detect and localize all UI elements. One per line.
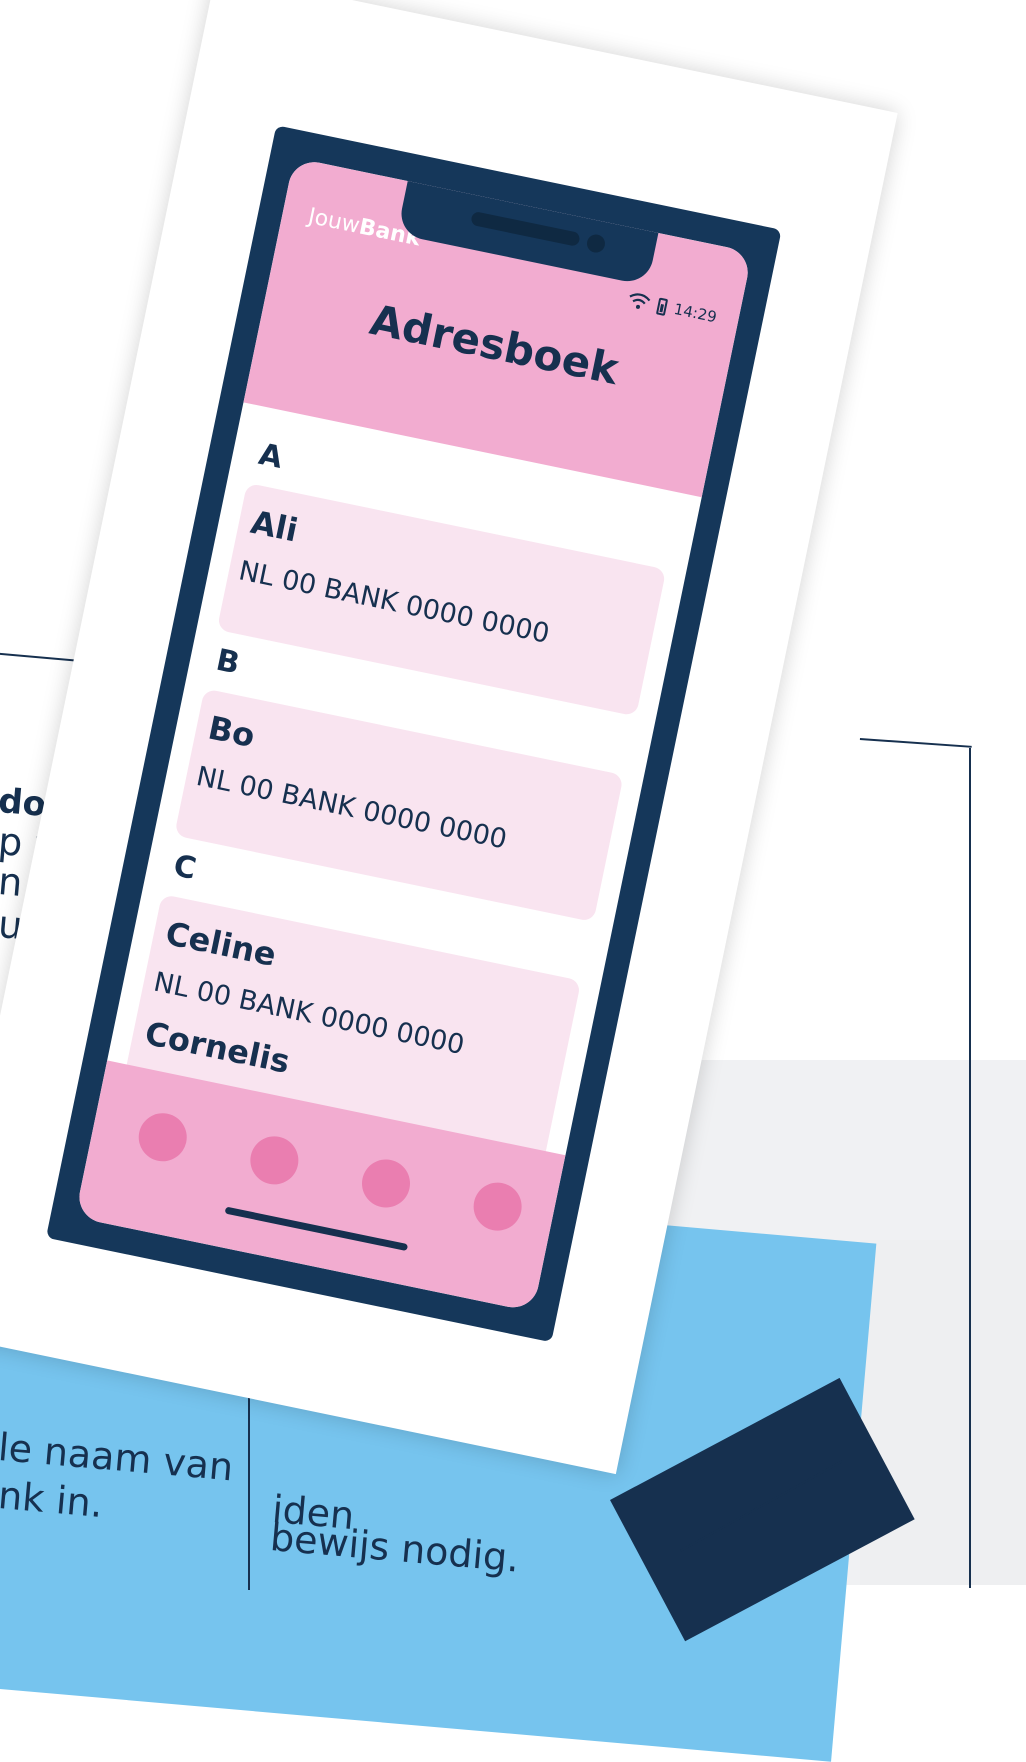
paper-edge-line-right-top — [859, 738, 972, 748]
home-indicator[interactable] — [224, 1206, 409, 1252]
nav-dot-1[interactable] — [134, 1108, 192, 1166]
contact-name[interactable]: Bo — [205, 708, 258, 755]
nav-dot-2[interactable] — [245, 1131, 303, 1189]
camera-icon — [585, 232, 607, 255]
page-title: Adresboek — [365, 294, 623, 395]
contact-name[interactable]: Cornelis — [142, 1014, 293, 1081]
contact-name[interactable]: Celine — [162, 914, 279, 974]
background-text-line: nk in. — [0, 1473, 105, 1526]
nav-dot-3[interactable] — [357, 1155, 415, 1212]
section-letter-a: A — [255, 436, 286, 476]
speaker-icon — [470, 210, 581, 247]
contact-name[interactable]: Ali — [248, 503, 301, 550]
contact-group-b[interactable]: Bo NL 00 BANK 0000 0000 — [174, 688, 624, 923]
wifi-icon — [629, 293, 651, 309]
status-bar: 14:29 — [626, 290, 718, 326]
paper-edge-line-right — [969, 748, 971, 1588]
nav-dot-4[interactable] — [469, 1178, 526, 1235]
section-letter-b: B — [213, 642, 243, 682]
column-divider — [248, 1390, 250, 1590]
battery-icon — [655, 296, 669, 316]
phone-screen: JouwBank 14:29 Adresboek A Ali NL 00 BAN… — [74, 157, 753, 1312]
logo-light: Jouw — [306, 203, 362, 239]
contact-group-a[interactable]: Ali NL 00 BANK 0000 0000 — [216, 482, 667, 717]
section-letter-c: C — [170, 848, 200, 888]
contact-iban: NL 00 BANK 0000 0000 — [236, 555, 553, 650]
phone-frame: JouwBank 14:29 Adresboek A Ali NL 00 BAN… — [45, 125, 782, 1343]
contact-iban: NL 00 BANK 0000 0000 — [193, 760, 510, 856]
status-time: 14:29 — [672, 299, 719, 327]
